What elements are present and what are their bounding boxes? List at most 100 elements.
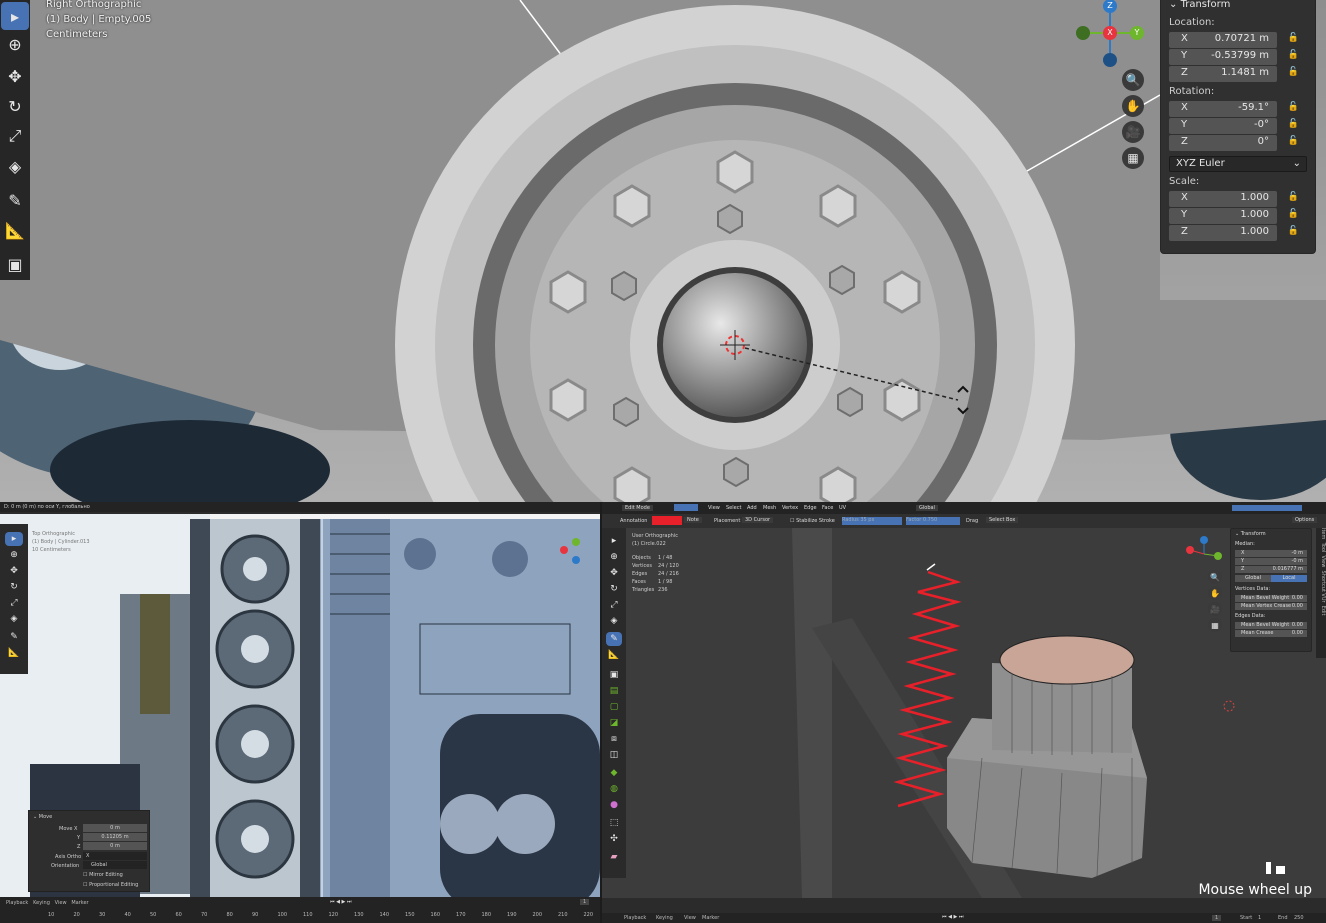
extrude-tool-icon[interactable]: ▤ (606, 684, 622, 698)
add-cube-tool-icon[interactable]: ▣ (606, 668, 622, 682)
playback-controls[interactable]: ⏮ ◀ ▶ ⏭ (330, 899, 351, 905)
neg-y-axis-icon[interactable] (1076, 26, 1090, 40)
end-frame-field[interactable]: 250 (1294, 915, 1304, 921)
zoom-icon[interactable]: 🔍 (1208, 570, 1222, 584)
scale-tool-icon[interactable]: ⤢ (1, 122, 29, 150)
timeline-menu-view[interactable]: View (684, 915, 696, 921)
edge-slide-tool-icon[interactable]: ⬚ (606, 816, 622, 830)
mode-select[interactable]: Edit Mode (622, 505, 653, 511)
options-button[interactable]: Options (1292, 517, 1318, 523)
mirror-editing-checkbox[interactable]: ☐ Mirror Editing (83, 871, 123, 879)
local-toggle[interactable]: Local (1271, 575, 1307, 582)
rotate-tool-icon[interactable]: ↻ (5, 580, 23, 594)
rotation-x-field[interactable]: X -59.1° 🔓 (1169, 101, 1299, 117)
placement-select[interactable]: 3D Cursor (742, 517, 774, 523)
rotate-tool-icon[interactable]: ↻ (1, 92, 29, 120)
tab-shortcut-vur[interactable]: Shortcut VUr (1320, 571, 1326, 603)
proportional-editing-checkbox[interactable]: ☐ Proportional Editing (83, 881, 138, 889)
scale-z-field[interactable]: Z 1.000 🔓 (1169, 225, 1299, 241)
drag-select[interactable]: Select Box (986, 517, 1019, 523)
bevel-tool-icon[interactable]: ◪ (606, 716, 622, 730)
mean-bevel-weight-field[interactable]: Mean Bevel Weight 0.00 (1235, 595, 1307, 602)
move-y-field[interactable]: 0.11205 m (83, 833, 147, 841)
lock-icon[interactable]: 🔓 (1288, 102, 1299, 112)
navigation-gizmo[interactable] (560, 538, 590, 568)
grid-icon[interactable]: ▦ (1122, 147, 1144, 169)
menu-edge[interactable]: Edge (804, 505, 817, 511)
transform-panel-title[interactable]: ⌄ Transform (1161, 0, 1315, 13)
scale-y-field[interactable]: Y 1.000 🔓 (1169, 208, 1299, 224)
orientation-select[interactable]: Global (916, 505, 938, 511)
stabilize-stroke-checkbox[interactable]: ☐ Stabilize Stroke (790, 518, 835, 524)
lock-icon[interactable]: 🔓 (1288, 67, 1299, 77)
annotate-tool-icon[interactable]: ✎ (1, 186, 29, 214)
mean-crease-field[interactable]: Mean Crease 0.00 (1235, 630, 1307, 637)
grid-icon[interactable]: ▦ (1208, 618, 1222, 632)
pan-hand-icon[interactable]: ✋ (1122, 95, 1144, 117)
bottom-left-viewport[interactable]: D: 0 m (0 m) по оси Y, глобально ▸ ⊕ ✥ ↻… (0, 502, 600, 923)
axis-ortho-select[interactable]: X (83, 852, 147, 860)
rotation-z-field[interactable]: Z 0° 🔓 (1169, 135, 1299, 151)
spin-tool-icon[interactable]: ◍ (606, 782, 622, 796)
transform-tool-icon[interactable]: ◈ (606, 614, 622, 628)
lock-icon[interactable]: 🔓 (1288, 33, 1299, 43)
camera-icon[interactable]: 🎥 (1208, 602, 1222, 616)
scale-tool-icon[interactable]: ⤢ (5, 596, 23, 610)
top-viewport[interactable]: ▸ ⊕ ✥ ↻ ⤢ ◈ ✎ 📐 ▣ Right Orthographic (1)… (0, 0, 1326, 502)
timeline-menu-playback[interactable]: Playback (624, 915, 646, 921)
tab-tool[interactable]: Tool (1320, 543, 1326, 553)
move-panel-title[interactable]: ⌄ Move (29, 811, 149, 823)
orientation-select[interactable]: Global (83, 861, 147, 869)
current-frame-field[interactable]: 1 (580, 899, 590, 905)
menu-uv[interactable]: UV (839, 505, 846, 511)
neg-z-axis-icon[interactable] (1103, 53, 1117, 67)
select-mode-buttons[interactable] (674, 504, 698, 511)
annotation-layer-select[interactable]: Note (684, 517, 702, 523)
move-tool-icon[interactable]: ✥ (5, 564, 23, 578)
menu-select[interactable]: Select (726, 505, 741, 511)
timeline-menu-marker[interactable]: Marker (702, 915, 719, 921)
rotate-tool-icon[interactable]: ↻ (606, 582, 622, 596)
menu-add[interactable]: Add (747, 505, 757, 511)
measure-tool-icon[interactable]: 📐 (606, 648, 622, 662)
lock-icon[interactable]: 🔓 (1288, 226, 1299, 236)
rotation-y-field[interactable]: Y -0° 🔓 (1169, 118, 1299, 134)
timeline-menu-keying[interactable]: Keying (33, 900, 50, 906)
measure-tool-icon[interactable]: 📐 (5, 646, 23, 660)
timeline-menu-playback[interactable]: Playback (6, 900, 28, 906)
menu-face[interactable]: Face (822, 505, 833, 511)
select-box-tool-icon[interactable]: ▸ (5, 532, 23, 546)
shear-tool-icon[interactable]: ▰ (606, 850, 622, 864)
cursor-tool-icon[interactable]: ⊕ (606, 550, 622, 564)
tab-view[interactable]: View (1320, 555, 1326, 567)
tab-edit[interactable]: Edit (1320, 606, 1326, 616)
menu-vertex[interactable]: Vertex (782, 505, 798, 511)
location-z-field[interactable]: Z 1.1481 m 🔓 (1169, 66, 1299, 82)
pan-hand-icon[interactable]: ✋ (1208, 586, 1222, 600)
navigation-gizmo[interactable]: Z X Y (1076, 0, 1144, 67)
median-z-field[interactable]: Z 0.016777 m (1235, 566, 1307, 573)
select-box-tool-icon[interactable]: ▸ (606, 534, 622, 548)
smooth-tool-icon[interactable]: ● (606, 798, 622, 812)
transform-panel-title[interactable]: ⌄ Transform (1231, 529, 1311, 539)
lock-icon[interactable]: 🔓 (1288, 50, 1299, 60)
transform-tool-icon[interactable]: ◈ (1, 152, 29, 180)
start-frame-field[interactable]: 1 (1258, 915, 1261, 921)
knife-tool-icon[interactable]: ◫ (606, 748, 622, 762)
rotation-mode-select[interactable]: XYZ Euler ⌄ (1169, 156, 1307, 172)
measure-tool-icon[interactable]: 📐 (1, 216, 29, 244)
current-frame-field[interactable]: 1 (1212, 915, 1222, 921)
annotate-tool-icon[interactable]: ✎ (5, 630, 23, 644)
add-cube-tool-icon[interactable]: ▣ (1, 250, 29, 278)
camera-icon[interactable]: 🎥 (1122, 121, 1144, 143)
annotate-tool-icon[interactable]: ✎ (606, 632, 622, 646)
timeline-menu-keying[interactable]: Keying (656, 915, 673, 921)
bottom-right-viewport[interactable]: Edit Mode View Select Add Mesh Vertex Ed… (602, 502, 1326, 923)
factor-field[interactable]: Factor 0.750 (906, 517, 960, 525)
timeline-menu-marker[interactable]: Marker (71, 900, 88, 906)
navigation-gizmo[interactable] (1186, 536, 1222, 572)
poly-build-tool-icon[interactable]: ◆ (606, 766, 622, 780)
move-z-field[interactable]: 0 m (83, 842, 147, 850)
move-tool-icon[interactable]: ✥ (606, 566, 622, 580)
cursor-tool-icon[interactable]: ⊕ (1, 30, 29, 58)
